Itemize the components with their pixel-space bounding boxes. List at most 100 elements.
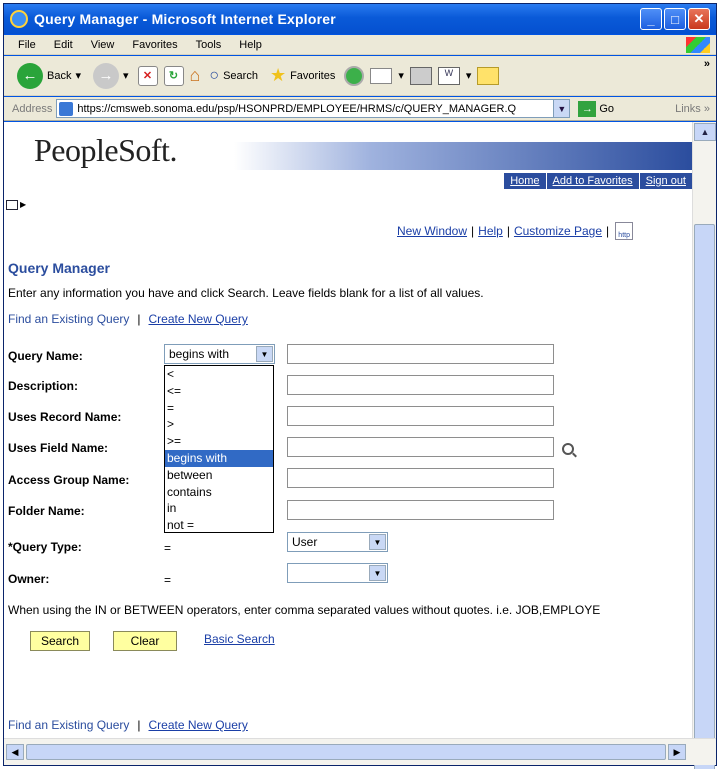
address-dropdown-icon[interactable]: ▼ <box>553 100 570 117</box>
operator-option[interactable]: contains <box>165 484 273 501</box>
horizontal-scrollbar[interactable]: ◀ ▶ <box>4 738 716 765</box>
header-links: Home Add to Favorites Sign out <box>504 173 692 189</box>
operator-option[interactable]: <= <box>165 383 273 400</box>
tab-create-new[interactable]: Create New Query <box>149 312 248 326</box>
owner-select[interactable]: ▼ <box>287 563 388 583</box>
access-group-input[interactable] <box>287 468 554 488</box>
search-button[interactable]: ○ Search <box>206 65 261 87</box>
folder-name-input[interactable] <box>287 500 554 520</box>
print-icon[interactable] <box>409 66 432 85</box>
access-group-label: Access Group Name: <box>8 473 130 487</box>
query-name-label: Query Name: <box>8 349 83 363</box>
links-label[interactable]: Links » <box>675 103 710 115</box>
query-type-select[interactable]: User ▼ <box>287 532 388 552</box>
address-label: Address <box>12 102 53 115</box>
chevron-down-icon[interactable]: ▼ <box>369 565 386 581</box>
mail-icon[interactable] <box>370 67 393 84</box>
forward-arrow-icon: → <box>93 62 119 89</box>
instructions-text: Enter any information you have and click… <box>8 286 484 300</box>
tab-separator: | <box>137 312 141 326</box>
search-icon: ○ <box>209 66 220 84</box>
sign-out-link[interactable]: Sign out <box>638 173 692 189</box>
uses-field-label: Uses Field Name: <box>8 441 109 455</box>
windows-flag-icon <box>686 37 710 53</box>
vertical-scrollbar[interactable]: ▲ <box>692 122 716 769</box>
menu-view[interactable]: View <box>91 39 115 51</box>
go-arrow-icon: → <box>578 100 597 117</box>
http-icon[interactable]: http <box>615 222 634 240</box>
back-button[interactable]: ← Back ▾ <box>14 61 84 91</box>
menu-bar: File Edit View Favorites Tools Help <box>4 35 716 55</box>
help-link[interactable]: Help <box>478 224 503 238</box>
search-button[interactable]: Search <box>30 631 90 651</box>
close-button[interactable]: ✕ <box>688 8 710 30</box>
operator-option[interactable]: < <box>165 366 273 383</box>
scroll-up-icon[interactable]: ▲ <box>694 123 716 141</box>
clear-button[interactable]: Clear <box>113 631 177 651</box>
operator-option[interactable]: >= <box>165 433 273 450</box>
home-icon[interactable]: ⌂ <box>190 65 201 86</box>
owner-operator: = <box>164 573 172 587</box>
favorites-button[interactable]: ★ Favorites <box>267 63 338 88</box>
notes-icon[interactable] <box>477 66 500 85</box>
browser-window: Query Manager - Microsoft Internet Explo… <box>3 3 717 769</box>
query-name-input[interactable] <box>287 344 554 364</box>
uses-record-input[interactable] <box>287 406 554 426</box>
chevron-down-icon[interactable]: ▼ <box>256 346 273 362</box>
go-button[interactable]: → Go <box>578 100 615 117</box>
operator-selected: begins with <box>169 347 230 361</box>
menu-tools[interactable]: Tools <box>196 39 222 51</box>
menu-file[interactable]: File <box>18 39 36 51</box>
address-bar: Address https://cmsweb.sonoma.edu/psp/HS… <box>4 97 716 121</box>
add-favorites-link[interactable]: Add to Favorites <box>545 173 639 189</box>
home-link[interactable]: Home <box>504 173 545 189</box>
favorites-label: Favorites <box>290 69 336 82</box>
operator-option[interactable]: in <box>165 500 273 517</box>
horizontal-scroll-thumb[interactable] <box>26 744 666 760</box>
address-url: https://cmsweb.sonoma.edu/psp/HSONPRD/EM… <box>77 102 517 115</box>
new-window-link[interactable]: New Window <box>397 224 467 238</box>
footer-find-existing[interactable]: Find an Existing Query <box>8 718 129 732</box>
banner-gradient <box>234 142 692 170</box>
uses-field-input[interactable] <box>287 437 554 457</box>
chevron-down-icon[interactable]: ▼ <box>369 534 386 550</box>
page-title: Query Manager <box>8 260 110 276</box>
operator-option[interactable]: = <box>165 400 273 417</box>
menu-help[interactable]: Help <box>239 39 262 51</box>
expand-arrow-icon[interactable]: ▶ <box>20 200 26 209</box>
toolbar-overflow-icon[interactable]: » <box>704 58 710 70</box>
page-content: PeopleSoft. Home Add to Favorites Sign o… <box>4 122 692 738</box>
operator-option[interactable]: between <box>165 467 273 484</box>
customize-page-link[interactable]: Customize Page <box>514 224 602 238</box>
peoplesoft-banner: PeopleSoft. Home Add to Favorites Sign o… <box>4 122 692 192</box>
minimize-button[interactable]: _ <box>640 8 662 30</box>
operator-option[interactable]: > <box>165 416 273 433</box>
footer-create-new[interactable]: Create New Query <box>149 718 248 732</box>
vertical-scroll-thumb[interactable] <box>694 224 715 769</box>
description-label: Description: <box>8 379 79 393</box>
stop-icon[interactable]: ✕ <box>137 65 158 86</box>
refresh-icon[interactable]: ↻ <box>163 65 184 86</box>
forward-button[interactable]: → ▾ <box>90 61 132 91</box>
ie-logo-icon <box>10 10 28 28</box>
tab-find-existing[interactable]: Find an Existing Query <box>8 312 129 326</box>
maximize-button[interactable]: □ <box>664 8 686 30</box>
address-input[interactable]: https://cmsweb.sonoma.edu/psp/HSONPRD/EM… <box>56 99 571 118</box>
peoplesoft-logo: PeopleSoft. <box>34 132 177 168</box>
operator-option-highlighted[interactable]: begins with <box>165 449 273 467</box>
lookup-search-icon[interactable] <box>562 443 574 455</box>
go-label: Go <box>599 102 615 115</box>
menu-edit[interactable]: Edit <box>54 39 73 51</box>
scroll-right-icon[interactable]: ▶ <box>668 744 686 760</box>
menu-favorites[interactable]: Favorites <box>132 39 177 51</box>
basic-search-link[interactable]: Basic Search <box>204 632 275 646</box>
history-icon[interactable] <box>344 65 365 86</box>
word-icon[interactable]: W <box>437 66 460 85</box>
operator-select[interactable]: begins with ▼ <box>164 344 275 364</box>
menu-toggle-icon[interactable] <box>6 200 18 210</box>
scroll-left-icon[interactable]: ◀ <box>6 744 24 760</box>
operator-option[interactable]: not = <box>165 517 273 534</box>
operator-dropdown-list: < <= = > >= begins with between contains… <box>164 365 274 533</box>
owner-label: Owner: <box>8 572 50 586</box>
description-input[interactable] <box>287 375 554 395</box>
